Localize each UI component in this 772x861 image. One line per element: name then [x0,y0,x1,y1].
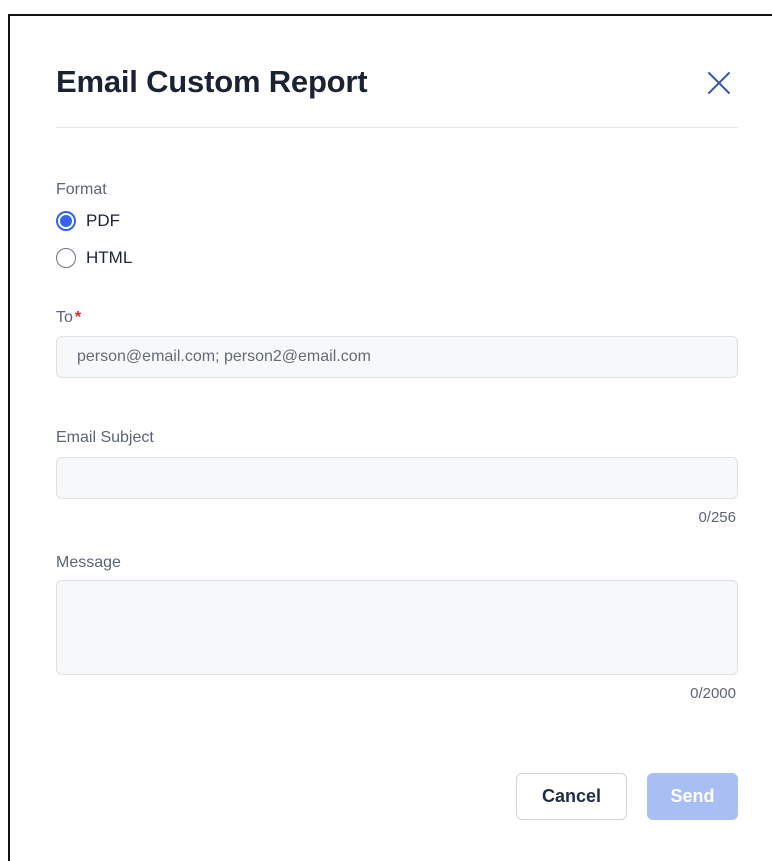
message-textarea[interactable] [56,580,738,675]
to-label: To * [56,309,81,327]
subject-char-counter: 0/256 [698,509,736,526]
email-subject-input[interactable] [56,457,738,499]
format-option-pdf[interactable]: PDF [56,209,120,233]
message-label: Message [56,554,121,571]
to-label-text: To [56,309,73,326]
email-subject-label: Email Subject [56,429,154,446]
format-option-html[interactable]: HTML [56,246,132,270]
radio-pdf[interactable] [56,211,76,231]
format-option-label: HTML [86,248,133,267]
format-label: Format [56,181,107,198]
radio-html[interactable] [56,248,76,268]
close-icon [708,72,730,94]
format-option-label: PDF [86,211,120,230]
dialog-title: Email Custom Report [56,64,368,99]
required-marker: * [74,309,82,326]
close-button[interactable] [706,70,732,96]
cancel-button[interactable]: Cancel [516,773,627,820]
email-report-dialog: Email Custom Report Format PDF HTML To * … [8,14,772,861]
message-char-counter: 0/2000 [690,685,736,702]
header-divider [56,127,738,128]
to-input[interactable] [56,336,738,378]
send-button[interactable]: Send [647,773,738,820]
